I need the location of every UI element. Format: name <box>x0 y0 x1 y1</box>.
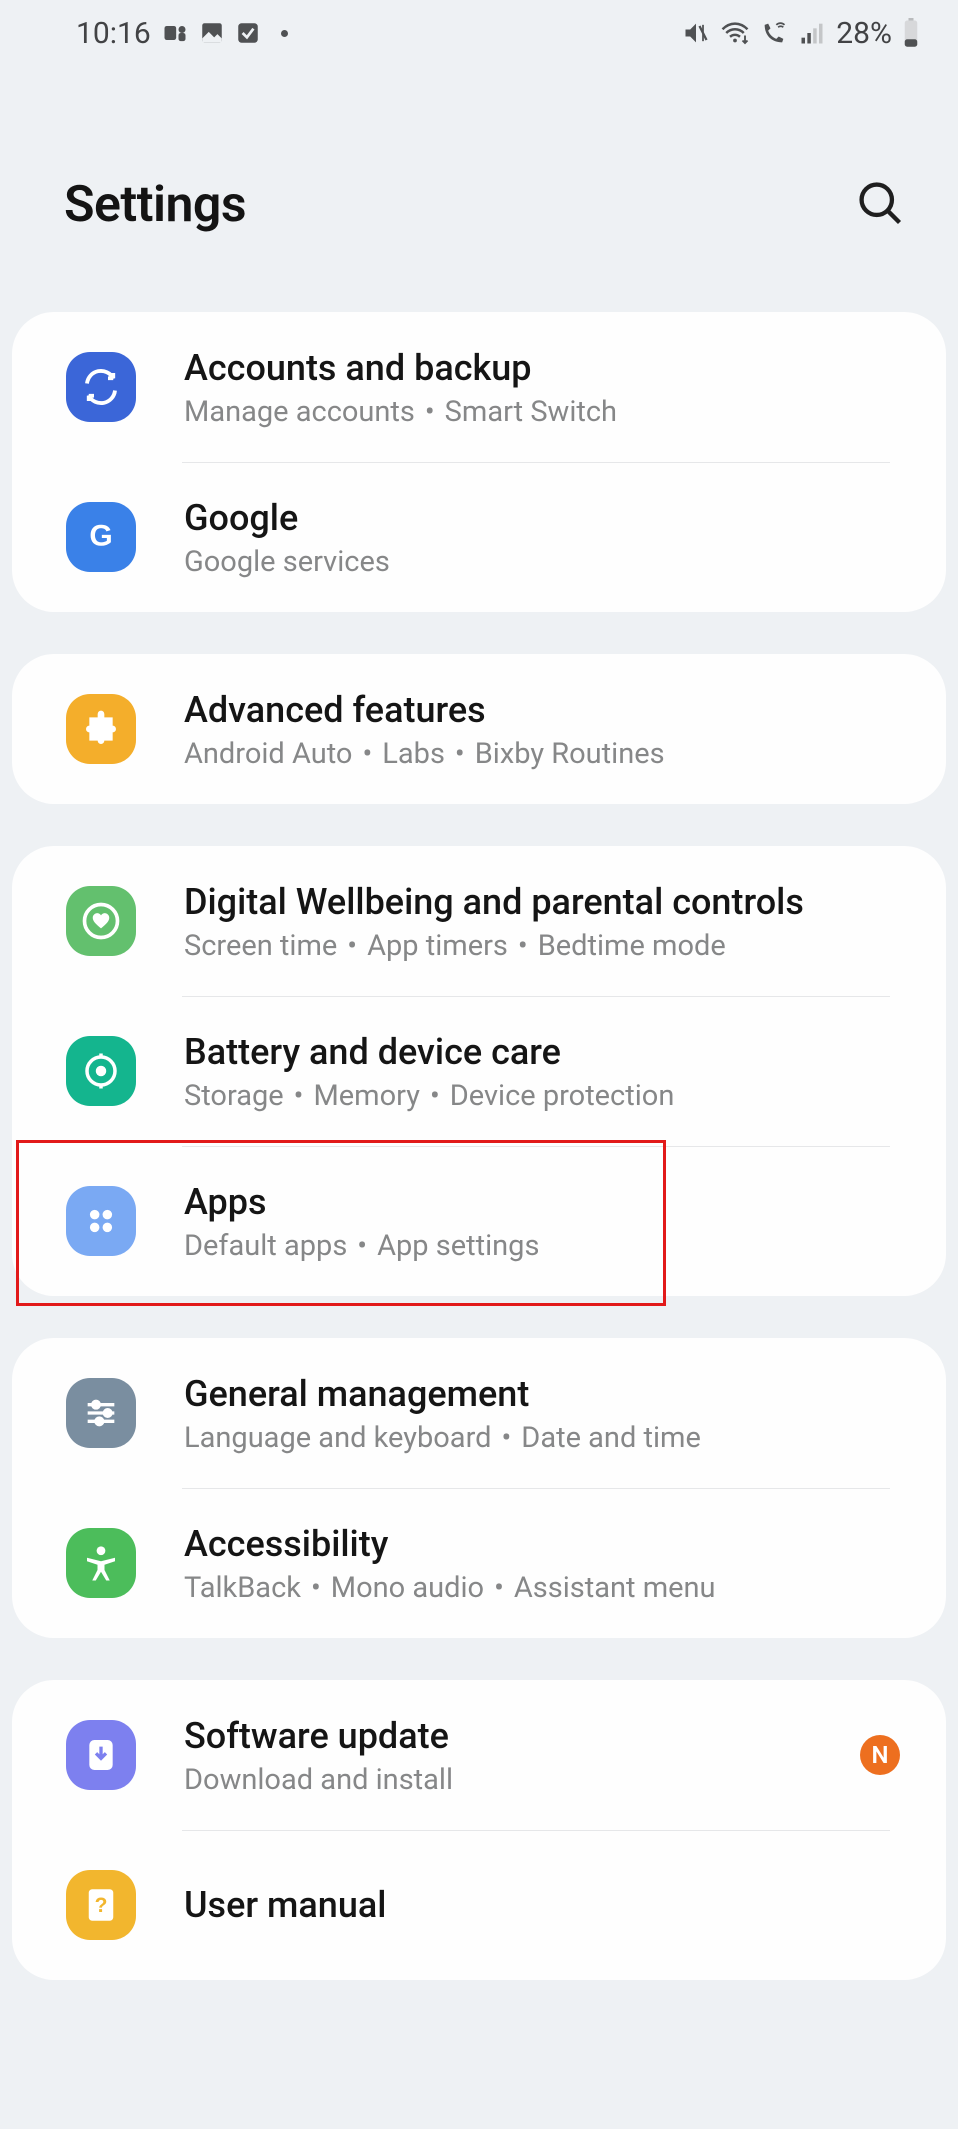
search-button[interactable] <box>854 177 906 233</box>
row-text: Battery and device care Storage•Memory•De… <box>184 1030 906 1113</box>
device-care-icon <box>66 1036 136 1106</box>
settings-row-accessibility[interactable]: Accessibility TalkBack•Mono audio•Assista… <box>12 1488 946 1638</box>
settings-row-general[interactable]: General management Language and keyboard•… <box>12 1338 946 1488</box>
puzzle-icon <box>66 694 136 764</box>
settings-row-swupdate[interactable]: Software update Download and installN <box>12 1680 946 1830</box>
row-title: Google <box>184 496 906 541</box>
heart-ring-icon <box>66 886 136 956</box>
row-subtitle: Default apps•App settings <box>184 1229 906 1263</box>
mute-vibrate-icon <box>682 19 710 47</box>
teams-icon <box>161 19 189 47</box>
settings-group: Digital Wellbeing and parental controls S… <box>12 846 946 1296</box>
dots-grid-icon <box>66 1186 136 1256</box>
status-left: 10:16 <box>76 16 288 51</box>
battery-icon <box>902 18 920 48</box>
image-icon <box>199 20 225 46</box>
row-subtitle: Android Auto•Labs•Bixby Routines <box>184 737 906 771</box>
row-subtitle: Storage•Memory•Device protection <box>184 1079 906 1113</box>
settings-row-manual[interactable]: ? User manual <box>12 1830 946 1980</box>
svg-text:?: ? <box>95 1894 108 1917</box>
row-subtitle: Language and keyboard•Date and time <box>184 1421 906 1455</box>
status-bar: 10:16 28% <box>0 0 958 66</box>
manual-icon: ? <box>66 1870 136 1940</box>
row-text: Apps Default apps•App settings <box>184 1180 906 1263</box>
update-badge: N <box>860 1735 900 1775</box>
status-right: 28% <box>682 16 920 51</box>
row-text: Accounts and backup Manage accounts•Smart… <box>184 346 906 429</box>
download-badge-icon <box>66 1720 136 1790</box>
wifi-calling-icon <box>760 19 788 47</box>
battery-percent: 28% <box>836 16 892 51</box>
row-title: Advanced features <box>184 688 906 733</box>
row-subtitle: TalkBack•Mono audio•Assistant menu <box>184 1571 906 1605</box>
signal-icon <box>798 19 826 47</box>
sliders-icon <box>66 1378 136 1448</box>
row-text: Accessibility TalkBack•Mono audio•Assista… <box>184 1522 906 1605</box>
header: Settings <box>0 66 958 312</box>
svg-text:G: G <box>89 519 112 552</box>
a11y-icon <box>66 1528 136 1598</box>
row-title: Accounts and backup <box>184 346 906 391</box>
status-time: 10:16 <box>76 16 151 51</box>
row-text: Software update Download and install <box>184 1714 860 1797</box>
row-title: Digital Wellbeing and parental controls <box>184 880 906 925</box>
row-title: User manual <box>184 1883 906 1928</box>
settings-group: Advanced features Android Auto•Labs•Bixby… <box>12 654 946 804</box>
row-text: Advanced features Android Auto•Labs•Bixby… <box>184 688 906 771</box>
row-title: Software update <box>184 1714 860 1759</box>
row-text: User manual <box>184 1883 906 1928</box>
row-title: Accessibility <box>184 1522 906 1567</box>
row-title: Apps <box>184 1180 906 1225</box>
settings-row-google[interactable]: G Google Google services <box>12 462 946 612</box>
settings-row-advanced[interactable]: Advanced features Android Auto•Labs•Bixby… <box>12 654 946 804</box>
row-text: Digital Wellbeing and parental controls S… <box>184 880 906 963</box>
settings-row-apps[interactable]: Apps Default apps•App settings <box>12 1146 946 1296</box>
row-subtitle: Google services <box>184 545 906 579</box>
row-title: General management <box>184 1372 906 1417</box>
row-text: General management Language and keyboard•… <box>184 1372 906 1455</box>
google-icon: G <box>66 502 136 572</box>
wifi-icon <box>720 18 750 48</box>
row-subtitle: Screen time•App timers•Bedtime mode <box>184 929 906 963</box>
check-box-icon <box>235 20 261 46</box>
page-title: Settings <box>64 176 246 234</box>
more-dot-icon <box>281 30 288 37</box>
settings-row-accounts[interactable]: Accounts and backup Manage accounts•Smart… <box>12 312 946 462</box>
settings-group: General management Language and keyboard•… <box>12 1338 946 1638</box>
settings-row-wellbeing[interactable]: Digital Wellbeing and parental controls S… <box>12 846 946 996</box>
row-title: Battery and device care <box>184 1030 906 1075</box>
settings-row-battery[interactable]: Battery and device care Storage•Memory•De… <box>12 996 946 1146</box>
settings-group: Software update Download and installN? Use… <box>12 1680 946 1980</box>
settings-group: Accounts and backup Manage accounts•Smart… <box>12 312 946 612</box>
row-subtitle: Manage accounts•Smart Switch <box>184 395 906 429</box>
sync-icon <box>66 352 136 422</box>
row-subtitle: Download and install <box>184 1763 860 1797</box>
row-text: Google Google services <box>184 496 906 579</box>
